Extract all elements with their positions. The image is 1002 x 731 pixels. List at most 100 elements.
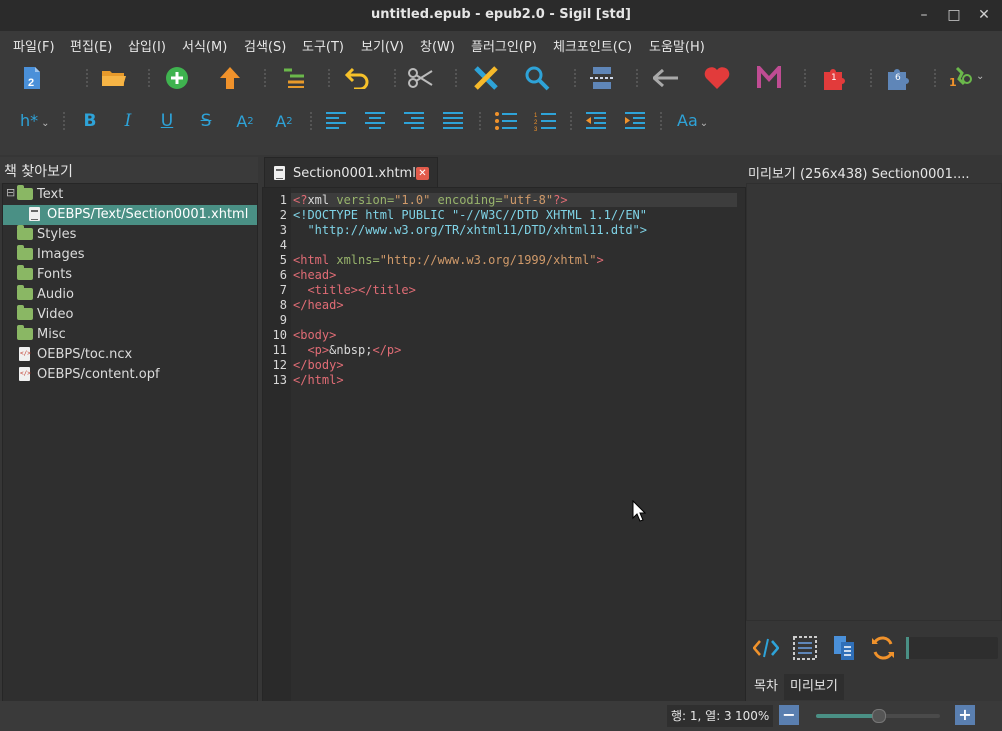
toolbar-separator: [574, 69, 578, 87]
close-window-button[interactable]: ✕: [974, 6, 994, 24]
code-token: "1.0": [394, 193, 431, 207]
underline-icon[interactable]: U: [153, 107, 181, 135]
toolbar-separator: [63, 112, 67, 130]
copy-icon[interactable]: [830, 634, 858, 662]
code-line[interactable]: <body>: [293, 328, 336, 342]
spellcheck-x-icon[interactable]: [472, 64, 500, 92]
tree-item-label: Audio: [37, 287, 74, 302]
code-line[interactable]: <html xmlns="http://www.w3.org/1999/xhtm…: [293, 253, 604, 267]
numbered-list-icon[interactable]: 123: [531, 107, 559, 135]
zoom-out-button[interactable]: −: [779, 705, 799, 725]
menu-help[interactable]: 도움말(H): [649, 36, 705, 55]
cut-scissors-icon[interactable]: [407, 64, 435, 92]
tree-item-styles[interactable]: Styles: [3, 225, 257, 245]
tree-item-label: Misc: [37, 327, 66, 342]
align-left-icon[interactable]: [322, 107, 350, 135]
add-file-icon[interactable]: [163, 64, 191, 92]
toolbar-grip: [0, 143, 1002, 155]
superscript-icon[interactable]: A2: [270, 107, 298, 135]
menu-search[interactable]: 검색(S): [244, 36, 286, 55]
code-token: xmlns=: [329, 253, 380, 267]
code-line[interactable]: <!DOCTYPE html PUBLIC "-//W3C//DTD XHTML…: [293, 208, 647, 222]
minimize-button[interactable]: –: [914, 6, 934, 24]
code-file-icon: [19, 347, 31, 361]
dock-tabs: 목차 미리보기: [746, 672, 1002, 700]
collapse-toggle-icon[interactable]: ⊟: [6, 186, 15, 199]
new-file-icon[interactable]: 2: [18, 64, 46, 92]
code-line[interactable]: <title></title>: [293, 283, 415, 297]
tree-item-text-folder[interactable]: ⊟ Text: [3, 185, 257, 205]
toolbar-separator: [804, 69, 808, 87]
maximize-button[interactable]: □: [944, 6, 964, 24]
bullet-list-icon[interactable]: [492, 107, 520, 135]
plugin-red-icon[interactable]: 1: [820, 64, 848, 92]
tree-item-section0001[interactable]: OEBPS/Text/Section0001.xhtml: [3, 205, 257, 225]
tree-item-content-opf[interactable]: OEBPS/content.opf: [3, 365, 257, 385]
menu-checkpoints[interactable]: 체크포인트(C): [553, 36, 632, 55]
undo-icon[interactable]: [344, 64, 372, 92]
code-token: <html: [293, 253, 330, 267]
svg-text:1: 1: [534, 113, 538, 119]
code-line[interactable]: <head>: [293, 268, 336, 282]
back-arrow-icon[interactable]: [652, 64, 680, 92]
code-editor[interactable]: 1 2 3 4 5 6 7 8 9 10 11 12 13 <?xml version="1.0" en…: [262, 187, 746, 703]
m-logo-icon[interactable]: [755, 64, 783, 92]
plugin-blue-icon[interactable]: 6: [884, 64, 912, 92]
search-icon[interactable]: [523, 64, 551, 92]
tree-item-video[interactable]: Video: [3, 305, 257, 325]
move-up-arrow-icon[interactable]: [216, 64, 244, 92]
plugin-badge: 1: [831, 73, 837, 83]
code-line[interactable]: <?xml version="1.0" encoding="utf-8"?>: [293, 193, 568, 207]
tree-item-images[interactable]: Images: [3, 245, 257, 265]
italic-icon[interactable]: I: [114, 107, 142, 135]
select-all-icon[interactable]: [791, 634, 819, 662]
tree-item-toc-ncx[interactable]: OEBPS/toc.ncx: [3, 345, 257, 365]
menu-plugins[interactable]: 플러그인(P): [471, 36, 537, 55]
tree-item-fonts[interactable]: Fonts: [3, 265, 257, 285]
menu-file[interactable]: 파일(F): [13, 36, 55, 55]
menu-window[interactable]: 창(W): [420, 36, 455, 55]
open-folder-icon[interactable]: [100, 64, 128, 92]
code-line[interactable]: </head>: [293, 298, 344, 312]
tree-item-label: OEBPS/content.opf: [37, 367, 160, 382]
refresh-icon[interactable]: [869, 634, 897, 662]
code-line[interactable]: </body>: [293, 358, 344, 372]
heart-icon[interactable]: [703, 64, 731, 92]
menu-view[interactable]: 보기(V): [361, 36, 404, 55]
zoom-slider[interactable]: [816, 709, 940, 723]
plugin-runner-icon[interactable]: 1: [948, 64, 976, 92]
subscript-icon[interactable]: A2: [231, 107, 259, 135]
close-tab-icon[interactable]: ✕: [416, 167, 429, 180]
line-number: 11: [272, 343, 287, 357]
menu-tools[interactable]: 도구(T): [302, 36, 344, 55]
code-line[interactable]: "http://www.w3.org/TR/xhtml11/DTD/xhtml1…: [293, 223, 647, 237]
code-token: </head>: [293, 298, 344, 312]
zoom-slider-handle[interactable]: [872, 709, 886, 723]
align-justify-icon[interactable]: [439, 107, 467, 135]
code-line[interactable]: </html>: [293, 373, 344, 387]
menu-edit[interactable]: 편집(E): [70, 36, 112, 55]
change-case-dropdown[interactable]: Aa ⌄: [677, 111, 708, 130]
align-center-icon[interactable]: [361, 107, 389, 135]
tab-section0001[interactable]: Section0001.xhtml ✕: [264, 157, 438, 188]
tree-item-audio[interactable]: Audio: [3, 285, 257, 305]
split-chapter-icon[interactable]: [588, 64, 616, 92]
bold-icon[interactable]: B: [76, 107, 104, 135]
align-right-icon[interactable]: [400, 107, 428, 135]
inspect-code-icon[interactable]: [752, 634, 780, 662]
chevron-down-icon[interactable]: ⌄: [976, 71, 984, 82]
tab-toc[interactable]: 목차: [748, 674, 784, 700]
code-line[interactable]: <p>&nbsp;</p>: [293, 343, 401, 357]
menu-format[interactable]: 서식(M): [182, 36, 227, 55]
increase-indent-icon[interactable]: [621, 107, 649, 135]
metadata-icon[interactable]: [280, 64, 308, 92]
tree-item-misc[interactable]: Misc: [3, 325, 257, 345]
menu-insert[interactable]: 삽입(I): [128, 36, 166, 55]
heading-dropdown[interactable]: h* ⌄: [20, 111, 50, 130]
tab-preview[interactable]: 미리보기: [784, 674, 844, 700]
zoom-in-button[interactable]: +: [955, 705, 975, 725]
strikethrough-icon[interactable]: S: [192, 107, 220, 135]
code-token: "http://www.w3.org/TR/xhtml11/DTD/xhtml1…: [293, 223, 648, 237]
toolbar-separator: [660, 112, 664, 130]
decrease-indent-icon[interactable]: [582, 107, 610, 135]
